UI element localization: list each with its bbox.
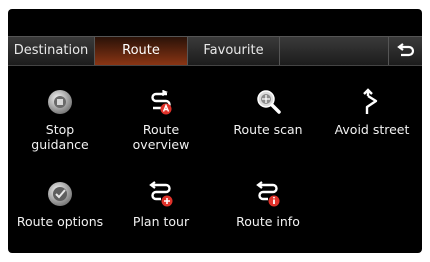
stop-guidance-label-2: guidance: [31, 137, 89, 152]
return-arrow-icon: [396, 43, 414, 57]
back-button[interactable]: [388, 37, 422, 65]
tab-route[interactable]: Route: [95, 37, 188, 65]
stop-disc-icon: [48, 90, 72, 114]
route-scan-button[interactable]: Route scan: [213, 88, 323, 137]
magnifier-icon: [257, 90, 281, 114]
route-plus-icon: [149, 181, 173, 207]
route-info-icon: [256, 181, 280, 207]
route-flag-icon: [151, 90, 172, 115]
tab-bar: Destination Route Favourite: [8, 36, 422, 66]
route-overview-label-1: Route: [142, 122, 180, 137]
plan-tour-button[interactable]: Plan tour: [113, 180, 209, 229]
route-scan-label: Route scan: [233, 122, 303, 137]
route-overview-button[interactable]: Route overview: [113, 88, 209, 152]
route-info-button[interactable]: Route info: [213, 180, 323, 229]
detour-arrow-icon: [363, 88, 378, 114]
route-overview-label-2: overview: [132, 137, 190, 152]
route-info-label: Route info: [236, 214, 300, 229]
tab-favourite[interactable]: Favourite: [188, 37, 280, 65]
route-options-button[interactable]: Route options: [12, 180, 108, 229]
checkmark-disc-icon: [48, 182, 72, 206]
avoid-street-label: Avoid street: [334, 122, 410, 137]
avoid-street-button[interactable]: Avoid street: [326, 88, 418, 137]
plan-tour-label: Plan tour: [132, 214, 190, 229]
navigation-screen: Destination Route Favourite Stop guidanc…: [8, 9, 422, 253]
stop-guidance-button[interactable]: Stop guidance: [12, 88, 108, 152]
tab-destination[interactable]: Destination: [8, 37, 95, 65]
stop-guidance-label-1: Stop: [45, 122, 75, 137]
route-options-label: Route options: [16, 214, 104, 229]
